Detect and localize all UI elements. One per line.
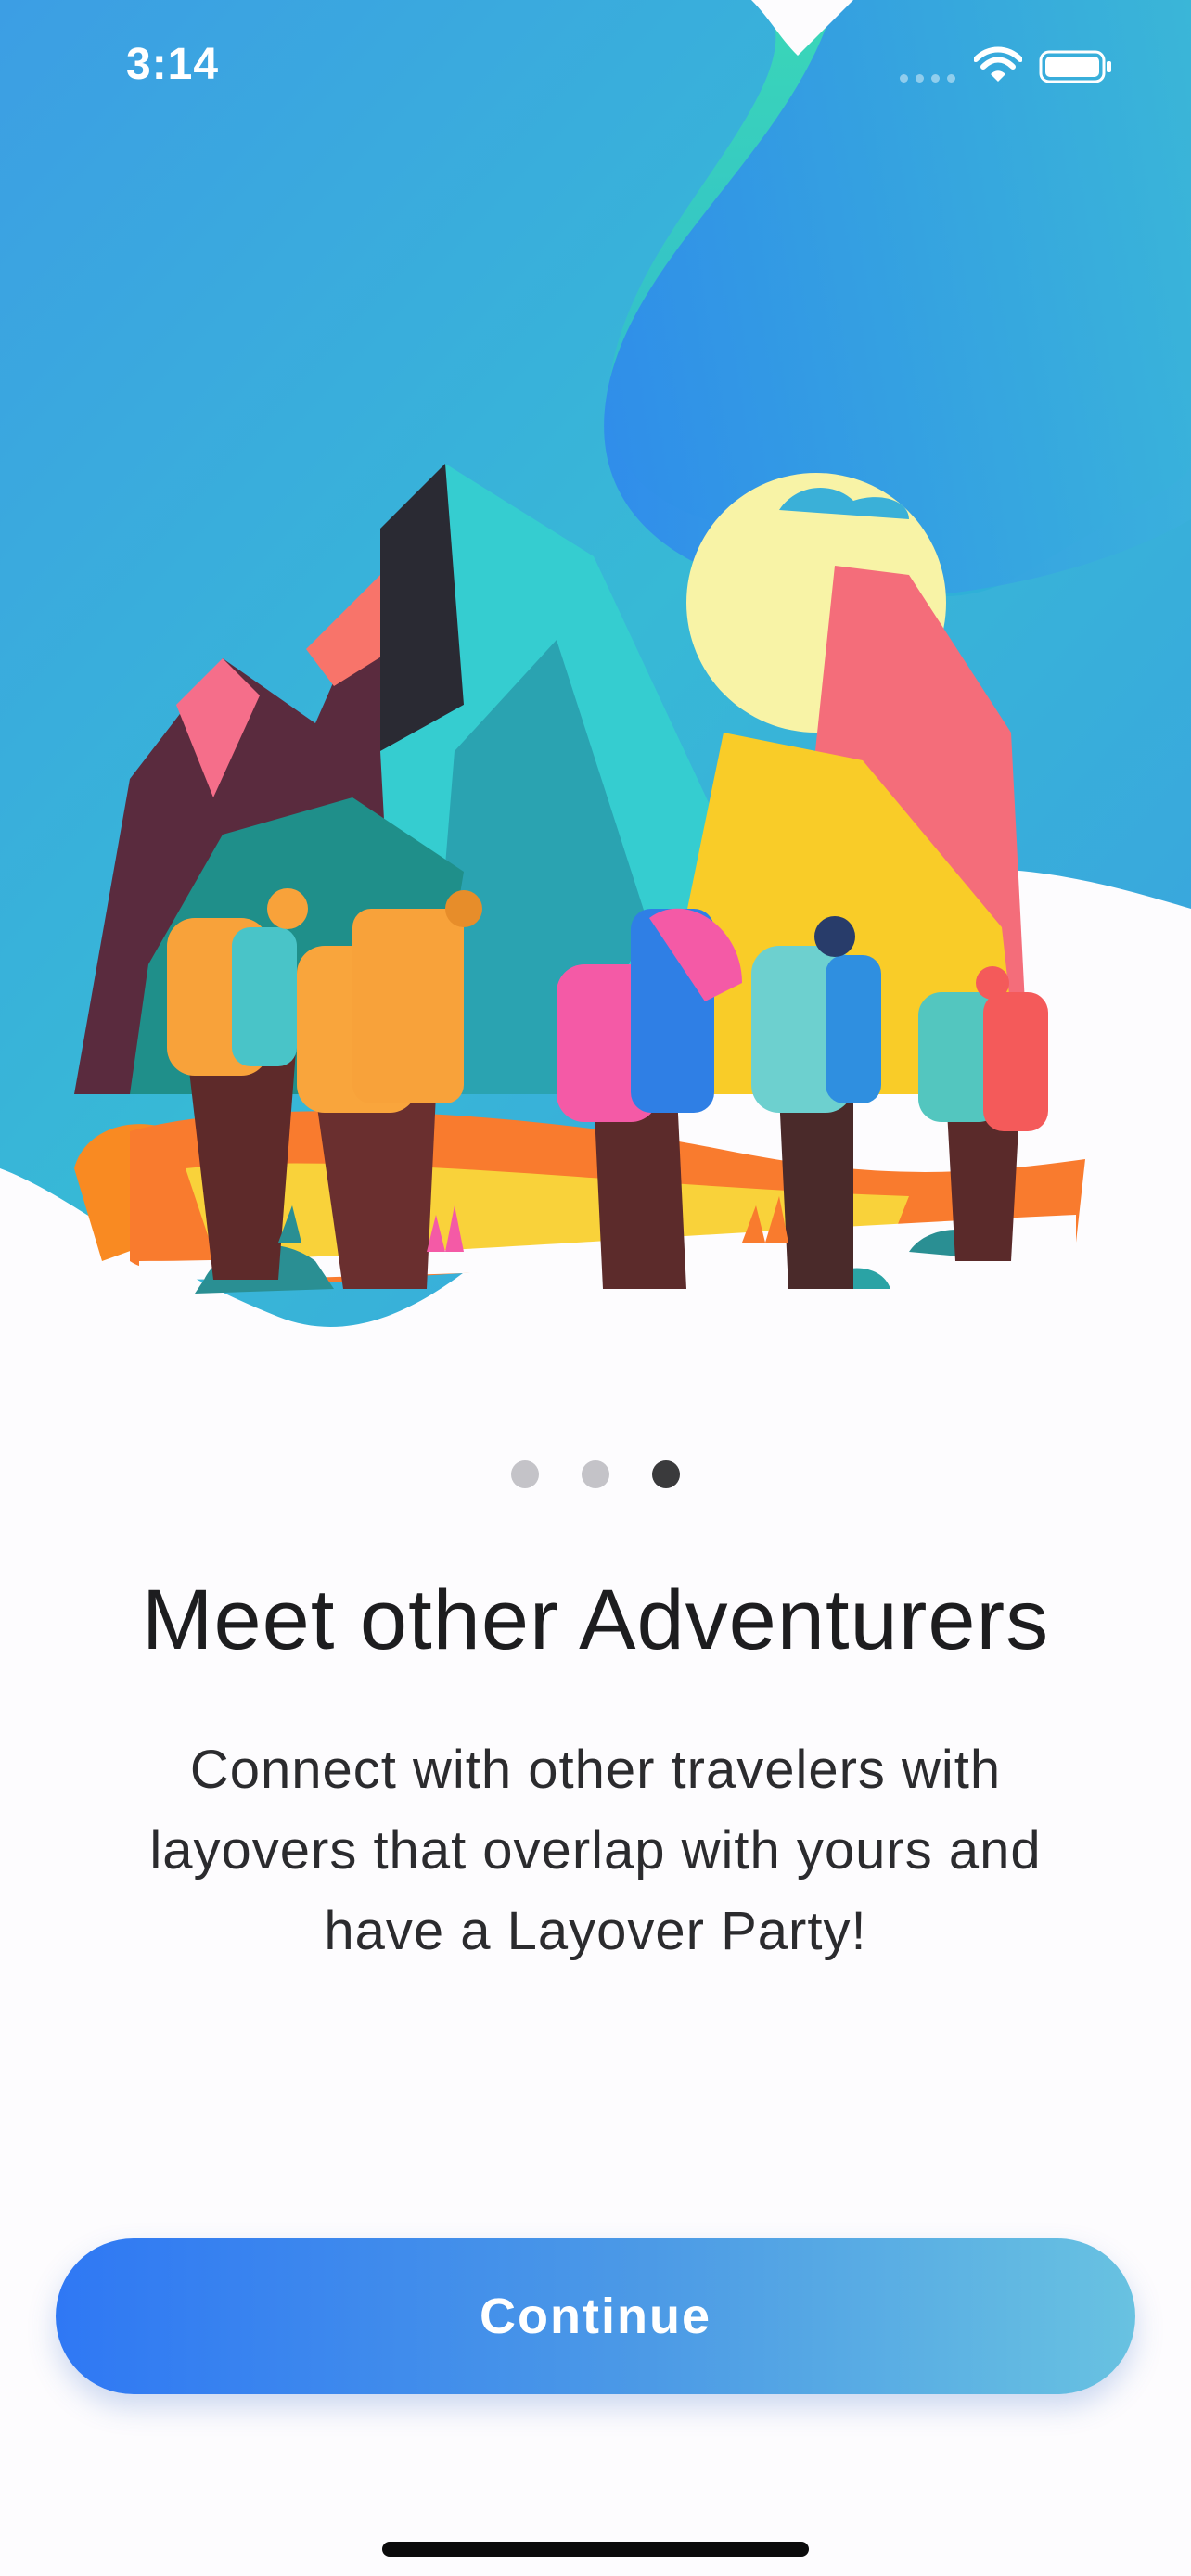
onboarding-description: Connect with other travelers with layove… (149, 1740, 1042, 1961)
onboarding-title: Meet other Adventurers (141, 1573, 1050, 1667)
battery-icon (1039, 50, 1111, 83)
wifi-icon (974, 46, 1022, 82)
page-dot-3-active[interactable] (652, 1460, 680, 1488)
page-indicator[interactable] (0, 1460, 1191, 1488)
home-indicator[interactable] (382, 2542, 809, 2557)
page-dot-2[interactable] (582, 1460, 609, 1488)
page-dot-1[interactable] (511, 1460, 539, 1488)
status-bar: 3:14 (0, 0, 1191, 130)
continue-button-label: Continue (480, 2289, 711, 2344)
cellular-signal-icon (900, 74, 955, 83)
hikers-illustration (74, 464, 1085, 1294)
status-time: 3:14 (126, 40, 220, 89)
continue-button[interactable]: Continue (56, 2238, 1135, 2394)
